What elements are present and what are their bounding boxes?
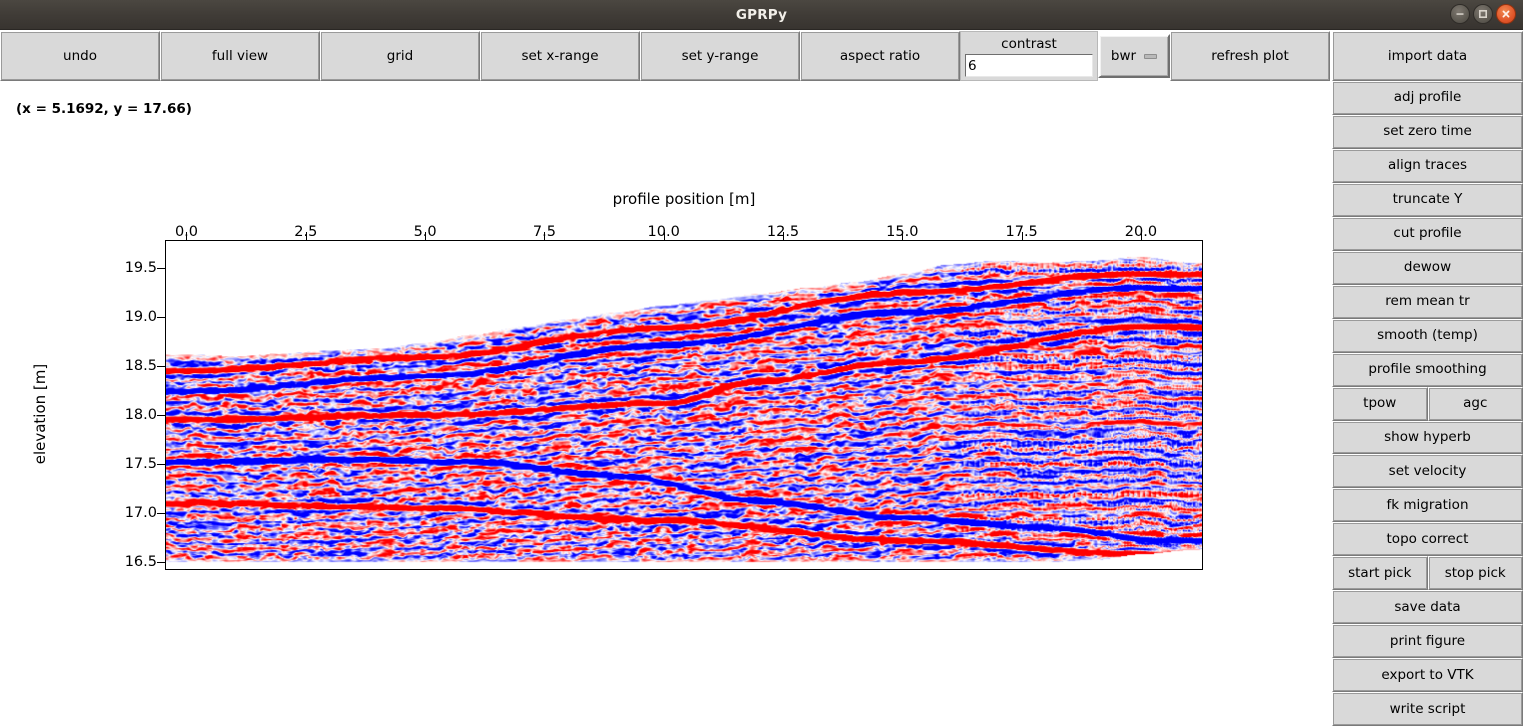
x-tick-mark [663, 232, 665, 240]
close-icon[interactable] [1496, 4, 1516, 24]
window-title-bar: GPRPy [0, 0, 1523, 30]
x-tick-mark [425, 232, 427, 240]
y-tick-label: 17.5 [124, 455, 157, 472]
y-tick-label: 17.0 [124, 505, 157, 522]
sidebar-item-dewow[interactable]: dewow [1332, 250, 1523, 285]
set-y-range-button[interactable]: set y-range [640, 31, 800, 81]
sidebar-item-stop-pick[interactable]: stop pick [1427, 556, 1523, 591]
window-controls [1450, 4, 1516, 24]
x-tick-mark [902, 232, 904, 240]
full-view-button[interactable]: full view [160, 31, 320, 81]
sidebar-item-rem-mean-tr[interactable]: rem mean tr [1332, 284, 1523, 319]
sidebar-item-tpow[interactable]: tpow [1332, 386, 1428, 421]
sidebar-item-adj-profile[interactable]: adj profile [1332, 80, 1523, 115]
set-x-range-button[interactable]: set x-range [480, 31, 640, 81]
y-tick-mark [157, 316, 165, 318]
gprpy-window: GPRPy undo full view grid set x-range se… [0, 0, 1523, 726]
x-tick-mark [186, 232, 188, 240]
y-tick-label: 16.5 [124, 554, 157, 571]
y-tick-mark [157, 267, 165, 269]
y-axis-label: elevation [m] [31, 363, 49, 465]
radargram-plot-area[interactable] [165, 240, 1203, 570]
top-toolbar: undo full view grid set x-range set y-ra… [0, 31, 1523, 81]
page-title: GPRPy [735, 6, 788, 23]
y-tick-label: 19.5 [124, 259, 157, 276]
y-tick-mark [157, 365, 165, 367]
maximize-icon[interactable] [1473, 4, 1493, 24]
aspect-ratio-button[interactable]: aspect ratio [800, 31, 960, 81]
y-tick-mark [157, 414, 165, 416]
sidebar-item-print-figure[interactable]: print figure [1332, 624, 1523, 659]
sidebar-item-profile-smoothing[interactable]: profile smoothing [1332, 352, 1523, 387]
sidebar-item-truncate-y[interactable]: truncate Y [1332, 182, 1523, 217]
contrast-label: contrast [1001, 36, 1057, 52]
refresh-plot-button[interactable]: refresh plot [1170, 31, 1330, 81]
sidebar-item-start-pick[interactable]: start pick [1332, 556, 1428, 591]
contrast-input[interactable]: 6 [965, 54, 1093, 77]
x-tick-mark [1021, 232, 1023, 240]
y-tick-label: 18.0 [124, 406, 157, 423]
colormap-value: bwr [1110, 48, 1137, 64]
x-tick-mark [544, 232, 546, 240]
sidebar-item-fk-migration[interactable]: fk migration [1332, 488, 1523, 523]
y-tick-label: 19.0 [124, 308, 157, 325]
x-tick-mark [783, 232, 785, 240]
sidebar-item-export-to-vtk[interactable]: export to VTK [1332, 658, 1523, 693]
undo-button[interactable]: undo [0, 31, 160, 81]
x-axis-label: profile position [m] [612, 190, 756, 208]
y-tick-mark [157, 562, 165, 564]
radargram-canvas [166, 241, 1202, 569]
y-tick-mark [157, 513, 165, 515]
sidebar-item-align-traces[interactable]: align traces [1332, 148, 1523, 183]
y-tick-mark [157, 463, 165, 465]
coordinate-readout: (x = 5.1692, y = 17.66) [16, 101, 192, 117]
radargram-figure: profile position [m] 0.0 2.5 5.0 7.5 10.0 12.… [0, 150, 1330, 650]
sidebar-item-write-script[interactable]: write script [1332, 692, 1523, 726]
sidebar-item-topo-correct[interactable]: topo correct [1332, 522, 1523, 557]
y-tick-label: 18.5 [124, 357, 157, 374]
sidebar-item-save-data[interactable]: save data [1332, 590, 1523, 625]
sidebar-row-pick: start pick stop pick [1332, 556, 1523, 591]
x-tick-mark [305, 232, 307, 240]
minimize-icon[interactable] [1450, 4, 1470, 24]
x-tick-mark [1140, 232, 1142, 240]
sidebar-row-tpow-agc: tpow agc [1332, 386, 1523, 421]
sidebar-item-set-zero-time[interactable]: set zero time [1332, 114, 1523, 149]
sidebar-item-smooth-temp[interactable]: smooth (temp) [1332, 318, 1523, 353]
sidebar-item-set-velocity[interactable]: set velocity [1332, 454, 1523, 489]
chevron-down-icon [1144, 53, 1158, 59]
colormap-dropdown[interactable]: bwr [1098, 34, 1170, 78]
right-sidebar: import data adj profile set zero time al… [1332, 31, 1523, 726]
grid-button[interactable]: grid [320, 31, 480, 81]
contrast-control: contrast 6 [960, 31, 1098, 81]
sidebar-item-import-data[interactable]: import data [1332, 31, 1523, 81]
sidebar-item-cut-profile[interactable]: cut profile [1332, 216, 1523, 251]
sidebar-item-agc[interactable]: agc [1427, 386, 1523, 421]
sidebar-item-show-hyperb[interactable]: show hyperb [1332, 420, 1523, 455]
